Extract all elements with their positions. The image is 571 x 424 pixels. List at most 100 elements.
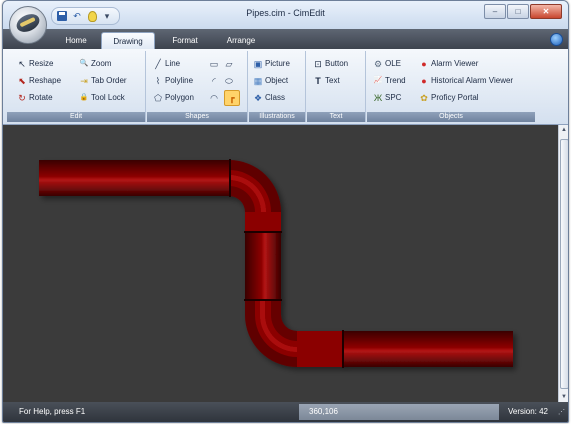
lock-icon: 🔒: [79, 93, 89, 101]
class-button[interactable]: ❖ Class: [253, 91, 285, 104]
button-icon: ⊡: [314, 58, 322, 69]
polyline-button[interactable]: ⌇ Polyline: [153, 74, 193, 87]
rotate-button[interactable]: ↻ Rotate: [17, 91, 53, 104]
spc-icon: Ж: [373, 92, 383, 103]
zoom-icon: 🔍: [79, 59, 89, 67]
resize-grip-icon[interactable]: ⋰: [558, 408, 566, 418]
reshape-button[interactable]: ⬉ Reshape: [17, 74, 61, 87]
tab-order-button[interactable]: ⇥ Tab Order: [79, 74, 127, 87]
spc-label: SPC: [385, 93, 402, 102]
drawing-canvas[interactable]: [3, 125, 558, 402]
maximize-button[interactable]: □: [507, 4, 529, 19]
rectangle-icon[interactable]: ▭: [209, 59, 219, 69]
edit-group: ↖ Resize 🔍 Zoom ⬉ Reshape ⇥ Tab Order ↻ …: [7, 51, 146, 122]
ole-button[interactable]: ⚙ OLE: [373, 57, 401, 70]
pipe-top-segment[interactable]: [39, 160, 229, 196]
picture-label: Picture: [265, 59, 290, 68]
shape-tools-row-2: ◜ ⬭: [209, 74, 234, 87]
polyline-label: Polyline: [165, 76, 194, 85]
status-version: Version: 42: [507, 407, 548, 416]
proficy-portal-button[interactable]: ✿ Proficy Portal: [419, 91, 479, 104]
zoom-label: Zoom: [91, 59, 112, 68]
historical-alarm-viewer-label: Historical Alarm Viewer: [431, 76, 514, 85]
rotate-label: Rotate: [29, 93, 53, 102]
tab-format[interactable]: Format: [159, 32, 211, 49]
tab-arrange[interactable]: Arrange: [213, 32, 269, 49]
object-label: Object: [265, 76, 289, 85]
zoom-button[interactable]: 🔍 Zoom: [79, 57, 112, 70]
chord-icon[interactable]: ◠: [209, 93, 219, 103]
app-window: ↶ ▾ Pipes.cim - CimEdit – □ ✕ Home Drawi…: [2, 0, 569, 423]
alarm-viewer-icon: ●: [421, 58, 427, 69]
minimize-button[interactable]: –: [484, 4, 506, 19]
vertical-scrollbar[interactable]: ▲ ▼: [558, 125, 568, 402]
resize-icon: ↖: [18, 58, 26, 69]
objects-group: ⚙ OLE ● Alarm Viewer 📈 Trend ● Historica…: [367, 51, 535, 122]
polygon-label: Polygon: [165, 93, 194, 102]
status-bar: For Help, press F1 360,106 Version: 42 ⋰: [3, 402, 568, 422]
text-group: ⊡ Button T Text Text: [307, 51, 366, 122]
polyline-icon: ⌇: [155, 75, 161, 86]
alarm-viewer-button[interactable]: ● Alarm Viewer: [419, 57, 478, 70]
status-help-text: For Help, press F1: [19, 407, 86, 416]
pipe-vertical-segment[interactable]: [245, 232, 281, 300]
spc-button[interactable]: Ж SPC: [373, 91, 402, 104]
parallelogram-icon[interactable]: ▱: [224, 59, 234, 69]
pipe-bottom-segment[interactable]: [343, 331, 513, 367]
close-button[interactable]: ✕: [530, 4, 562, 19]
text-tool[interactable]: T Text: [313, 74, 340, 87]
pipe-icon[interactable]: ┏: [224, 89, 240, 106]
alarm-viewer-label: Alarm Viewer: [431, 59, 479, 68]
scrollbar-thumb[interactable]: [560, 139, 568, 389]
ribbon-tabs: Home Drawing Format Arrange: [3, 29, 568, 50]
shape-tools-row-3: ◠ ┏: [209, 89, 240, 106]
object-button[interactable]: ▦ Object: [253, 74, 288, 87]
polygon-icon: ⬠: [154, 92, 162, 103]
pipe-drawing: [39, 159, 513, 368]
tab-order-icon: ⇥: [80, 75, 88, 86]
tab-home[interactable]: Home: [53, 32, 99, 49]
object-icon: ▦: [253, 75, 263, 86]
proficy-portal-label: Proficy Portal: [431, 93, 479, 102]
ole-icon: ⚙: [373, 58, 383, 69]
reshape-label: Reshape: [29, 76, 62, 85]
cimedit-logo-icon: [13, 10, 43, 36]
picture-button[interactable]: ▣ Picture: [253, 57, 290, 70]
line-label: Line: [165, 59, 181, 68]
tool-lock-label: Tool Lock: [91, 93, 125, 102]
window-controls: – □ ✕: [484, 4, 562, 19]
scroll-down-icon[interactable]: ▼: [559, 392, 568, 402]
ole-label: OLE: [385, 59, 402, 68]
illustrations-group-label: Illustrations: [249, 112, 305, 122]
ellipse-icon[interactable]: ⬭: [224, 76, 234, 86]
button-tool[interactable]: ⊡ Button: [313, 57, 348, 70]
shape-tools-row-1: ▭ ▱: [209, 57, 234, 70]
illustrations-group: ▣ Picture ▦ Object ❖ Class Illustrations: [249, 51, 306, 122]
status-coordinates: 360,106: [299, 404, 499, 420]
trend-button[interactable]: 📈 Trend: [373, 74, 406, 87]
scroll-up-icon[interactable]: ▲: [559, 125, 568, 135]
class-icon: ❖: [253, 92, 263, 103]
line-button[interactable]: ╱ Line: [153, 57, 180, 70]
trend-icon: 📈: [373, 76, 383, 84]
class-label: Class: [265, 93, 286, 102]
polygon-button[interactable]: ⬠ Polygon: [153, 91, 194, 104]
tool-lock-button[interactable]: 🔒 Tool Lock: [79, 91, 125, 104]
historical-alarm-viewer-button[interactable]: ● Historical Alarm Viewer: [419, 74, 513, 87]
help-icon[interactable]: [550, 33, 563, 46]
resize-button[interactable]: ↖ Resize: [17, 57, 53, 70]
tab-drawing[interactable]: Drawing: [101, 32, 155, 50]
picture-icon: ▣: [253, 58, 263, 69]
text-icon: T: [315, 75, 321, 86]
edit-group-label: Edit: [7, 112, 145, 122]
application-menu-button[interactable]: [9, 6, 47, 44]
arc-icon[interactable]: ◜: [209, 76, 219, 86]
tab-order-label: Tab Order: [91, 76, 127, 85]
title-bar: ↶ ▾ Pipes.cim - CimEdit – □ ✕: [3, 1, 568, 29]
historical-alarm-viewer-icon: ●: [421, 75, 427, 86]
button-tool-label: Button: [325, 59, 349, 68]
reshape-icon: ⬉: [18, 75, 26, 86]
text-tool-label: Text: [325, 76, 340, 85]
shapes-group: ╱ Line ⌇ Polyline ⬠ Polygon ▭ ▱ ◜ ⬭ ◠ ┏: [147, 51, 248, 122]
text-group-label: Text: [307, 112, 365, 122]
